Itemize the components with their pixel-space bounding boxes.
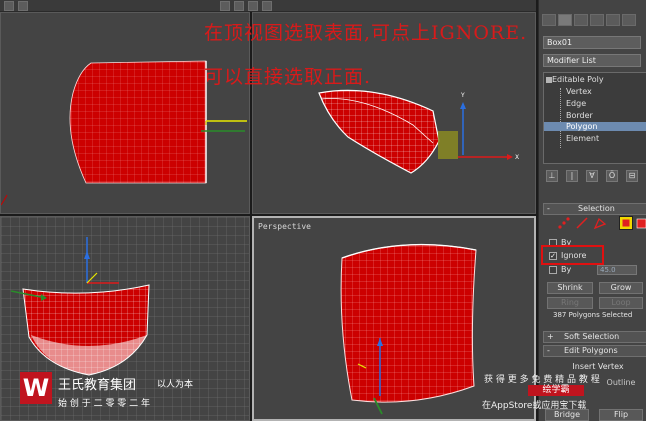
command-panel: Box01 Modifier List Editable Poly Vertex… — [538, 0, 646, 421]
outline-button[interactable]: Outline — [599, 378, 643, 390]
pin-stack-icon[interactable]: ⊥ — [546, 170, 558, 182]
watermark-motto: 始 创 于 二 零 零 二 年 — [58, 399, 151, 409]
selection-rollout-title: Selection — [578, 204, 615, 213]
make-unique-icon[interactable]: ∀ — [586, 170, 598, 182]
rollout-expand-sign: + — [547, 332, 554, 341]
selection-gizmo-plane — [438, 131, 458, 159]
edit-polygons-rollout-header[interactable]: - Edit Polygons — [543, 345, 646, 357]
wangshi-logo-icon: W — [20, 372, 52, 404]
svg-text:X: X — [515, 154, 519, 161]
viewport-label-perspective: Perspective — [258, 222, 311, 231]
stack-item-border[interactable]: Border — [566, 111, 593, 120]
soft-selection-title: Soft Selection — [564, 332, 620, 341]
utilities-tab[interactable] — [622, 14, 636, 26]
watermark-slogan: 以人为本 — [157, 380, 194, 390]
angle-spinner[interactable]: 45.0 — [597, 265, 637, 275]
command-panel-tabs — [539, 14, 646, 28]
configure-sets-icon[interactable]: ⊟ — [626, 170, 638, 182]
grow-button[interactable]: Grow — [599, 282, 643, 294]
selection-rollout-header[interactable]: - Selection — [543, 203, 646, 215]
toolbar-button[interactable] — [4, 1, 14, 11]
select-icon[interactable] — [220, 1, 230, 11]
stack-item-vertex[interactable]: Vertex — [566, 87, 592, 96]
annotation-line-2: 可以直接选取正面. — [204, 66, 372, 88]
modifier-list-dropdown[interactable]: Modifier List — [543, 54, 641, 67]
toolbar-button[interactable] — [18, 1, 28, 11]
viewport-perspective[interactable]: Perspective — [252, 216, 536, 421]
display-tab[interactable] — [606, 14, 620, 26]
checkbox-box — [549, 265, 557, 274]
ignore-highlight-box — [541, 245, 604, 265]
soft-selection-rollout-header[interactable]: + Soft Selection — [543, 331, 646, 343]
modifier-stack: Editable Poly Vertex Edge Border Polygon… — [543, 72, 646, 164]
element-level-icon[interactable] — [635, 216, 646, 230]
by-angle-label: By — [561, 265, 572, 274]
vertex-level-icon[interactable] — [557, 216, 571, 230]
scale-icon[interactable] — [262, 1, 272, 11]
selection-status: 387 Polygons Selected — [553, 311, 633, 319]
remove-modifier-icon[interactable]: Ö — [606, 170, 618, 182]
move-icon[interactable] — [234, 1, 244, 11]
ring-button[interactable]: Ring — [547, 297, 593, 309]
rollout-collapse-sign: - — [547, 204, 550, 213]
hierarchy-tab[interactable] — [574, 14, 588, 26]
shrink-button[interactable]: Shrink — [547, 282, 593, 294]
by-angle-checkbox[interactable]: By — [549, 265, 571, 274]
subobject-level-icons — [549, 216, 646, 232]
stack-item-polygon[interactable]: Polygon — [544, 122, 646, 131]
stack-item-edge[interactable]: Edge — [566, 99, 586, 108]
motion-tab[interactable] — [590, 14, 604, 26]
modify-tab[interactable] — [558, 14, 572, 26]
polygon-level-icon[interactable] — [619, 216, 633, 230]
stack-item-element[interactable]: Element — [566, 134, 599, 143]
watermark-promo-badge: 绘学霸 — [528, 385, 584, 396]
border-level-icon[interactable] — [593, 216, 607, 230]
rollout-collapse-sign: - — [547, 346, 550, 355]
edit-polygons-title: Edit Polygons — [564, 346, 618, 355]
loop-button[interactable]: Loop — [599, 297, 643, 309]
annotation-line-1: 在顶视图选取表面,可点上IGNORE. — [204, 22, 528, 44]
stack-toolbar: ⊥ | ∀ Ö ⊟ — [543, 168, 646, 184]
main-toolbar — [0, 0, 536, 12]
watermark-company: 王氏教育集团 — [58, 378, 137, 393]
flip-button[interactable]: Flip — [599, 409, 643, 421]
edge-level-icon[interactable] — [575, 216, 589, 230]
watermark-promo-line1: 获 得 更 多 免 费 精 品 教 程 — [484, 375, 600, 385]
create-tab[interactable] — [542, 14, 556, 26]
stack-tree-line — [560, 88, 561, 148]
watermark-promo-line2: 在AppStore或应用宝下载 — [482, 401, 587, 411]
rotate-icon[interactable] — [248, 1, 258, 11]
viewport-perspective-canvas — [340, 243, 477, 415]
object-name-field[interactable]: Box01 — [543, 36, 641, 49]
svg-text:Y: Y — [460, 92, 465, 99]
stack-item-editable-poly[interactable]: Editable Poly — [552, 75, 604, 84]
show-end-result-icon[interactable]: | — [566, 170, 578, 182]
